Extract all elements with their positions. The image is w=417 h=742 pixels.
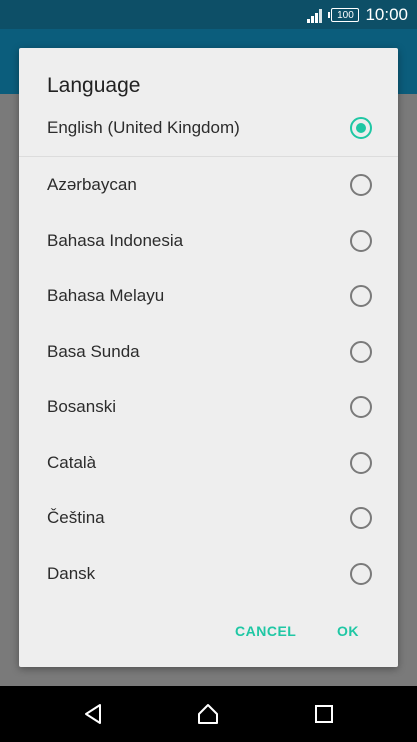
radio-unselected-icon[interactable] <box>350 341 372 363</box>
option-label: Dansk <box>47 564 96 583</box>
ok-button[interactable]: OK <box>337 623 359 639</box>
option-label: English (United Kingdom) <box>47 118 240 137</box>
language-option-english-uk[interactable]: English (United Kingdom) <box>19 100 398 156</box>
radio-unselected-icon[interactable] <box>350 563 372 585</box>
option-label: Bosanski <box>47 397 116 416</box>
status-bar: 100 10:00 <box>0 0 417 29</box>
battery-icon: 100 <box>328 8 360 22</box>
radio-unselected-icon[interactable] <box>350 230 372 252</box>
language-option-azerbaycan[interactable]: Azərbaycan <box>19 157 398 213</box>
recents-icon[interactable] <box>312 702 336 726</box>
option-label: Basa Sunda <box>47 342 140 361</box>
language-dialog: Language English (United Kingdom) Azərba… <box>19 48 398 667</box>
radio-selected-icon[interactable] <box>350 117 372 139</box>
radio-unselected-icon[interactable] <box>350 507 372 529</box>
language-option-cestina[interactable]: Čeština <box>19 490 398 546</box>
clock: 10:00 <box>365 5 408 24</box>
language-option-dansk[interactable]: Dansk <box>19 546 398 602</box>
language-option-basa-sunda[interactable]: Basa Sunda <box>19 324 398 380</box>
language-option-bosanski[interactable]: Bosanski <box>19 379 398 435</box>
radio-unselected-icon[interactable] <box>350 285 372 307</box>
option-label: Bahasa Melayu <box>47 286 165 305</box>
radio-unselected-icon[interactable] <box>350 396 372 418</box>
option-label: Bahasa Indonesia <box>47 231 184 250</box>
radio-unselected-icon[interactable] <box>350 174 372 196</box>
dialog-title: Language <box>47 74 141 97</box>
home-icon[interactable] <box>196 702 220 726</box>
option-label: Azərbaycan <box>47 175 137 194</box>
language-option-bahasa-melayu[interactable]: Bahasa Melayu <box>19 268 398 324</box>
navigation-bar <box>0 686 417 742</box>
option-label: Čeština <box>47 508 105 527</box>
signal-icon <box>307 9 323 23</box>
language-option-catala[interactable]: Català <box>19 435 398 491</box>
cancel-button[interactable]: CANCEL <box>235 623 296 639</box>
back-icon[interactable] <box>81 702 105 726</box>
language-option-bahasa-indonesia[interactable]: Bahasa Indonesia <box>19 213 398 269</box>
radio-unselected-icon[interactable] <box>350 452 372 474</box>
option-label: Català <box>47 453 97 472</box>
